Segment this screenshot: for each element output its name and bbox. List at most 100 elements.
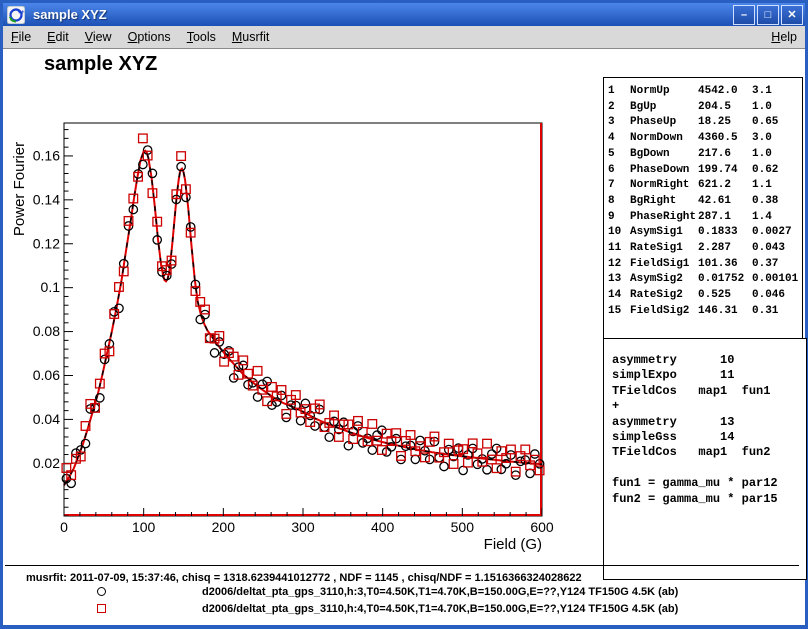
svg-text:200: 200 [212, 519, 236, 535]
param-no: 15 [608, 304, 630, 320]
param-val: 621.2 [698, 178, 752, 194]
fit-line-dashed [64, 151, 542, 486]
data-point-circle [531, 450, 539, 458]
data-point-circle [210, 349, 218, 357]
menu-item-edit[interactable]: Edit [39, 28, 77, 46]
param-no: 3 [608, 115, 630, 131]
app-icon: ++ [7, 6, 25, 24]
svg-text:0.02: 0.02 [33, 455, 60, 471]
menu-item-view[interactable]: View [77, 28, 120, 46]
param-name: PhaseUp [630, 115, 698, 131]
param-row: 11RateSig12.2870.043 [608, 241, 802, 257]
svg-text:0.14: 0.14 [33, 191, 60, 207]
param-val: 287.1 [698, 210, 752, 226]
param-val: 4542.0 [698, 84, 752, 100]
theory-line: asymmetry 10 [612, 353, 806, 368]
param-val: 101.36 [698, 257, 752, 273]
param-no: 4 [608, 131, 630, 147]
fit-line-red [64, 151, 542, 486]
param-name: FieldSig1 [630, 257, 698, 273]
svg-text:++: ++ [18, 10, 26, 16]
theory-line [612, 461, 806, 476]
data-point-circle [416, 436, 424, 444]
theory-box: asymmetry 10simplExpo 11TFieldCos map1 f… [603, 338, 807, 580]
legend-label: d2006/deltat_pta_gps_3110,h:4,T0=4.50K,T… [202, 603, 678, 615]
param-val: 199.74 [698, 163, 752, 179]
param-no: 14 [608, 288, 630, 304]
menu-right: Help [763, 28, 805, 46]
data-point-circle [296, 417, 304, 425]
param-val: 217.6 [698, 147, 752, 163]
param-name: BgRight [630, 194, 698, 210]
param-val: 146.31 [698, 304, 752, 320]
data-point-circle [282, 413, 290, 421]
param-row: 9PhaseRight287.11.4 [608, 210, 802, 226]
menu-item-tools[interactable]: Tools [179, 28, 224, 46]
fourier-plot[interactable]: 0100200300400500600Field (G)0.020.040.06… [3, 49, 603, 564]
legend-marker-circle [97, 587, 106, 596]
param-err: 0.37 [752, 257, 778, 273]
param-err: 0.00101 [752, 272, 798, 288]
menu-item-musrfit[interactable]: Musrfit [224, 28, 278, 46]
param-name: RateSig2 [630, 288, 698, 304]
close-button[interactable]: ✕ [781, 5, 803, 25]
data-point-circle [148, 169, 156, 177]
param-no: 6 [608, 163, 630, 179]
param-name: PhaseRight [630, 210, 698, 226]
param-err: 1.0 [752, 100, 772, 116]
param-name: NormDown [630, 131, 698, 147]
param-name: PhaseDown [630, 163, 698, 179]
menu-item-options[interactable]: Options [120, 28, 179, 46]
menu-item-file[interactable]: File [3, 28, 39, 46]
param-err: 0.046 [752, 288, 785, 304]
param-row: 12FieldSig1101.360.37 [608, 257, 802, 273]
data-point-circle [397, 455, 405, 463]
svg-text:0: 0 [60, 519, 68, 535]
data-point-circle [440, 462, 448, 470]
fit-info: musrfit: 2011-07-09, 15:37:46, chisq = 1… [5, 566, 799, 584]
param-row: 7NormRight621.21.1 [608, 178, 802, 194]
window-title: sample XYZ [33, 7, 733, 22]
menu-item-help[interactable]: Help [763, 28, 805, 46]
root-canvas[interactable]: sample XYZ 0100200300400500600Field (G)0… [3, 49, 805, 625]
param-no: 5 [608, 147, 630, 163]
minimize-button[interactable]: – [733, 5, 755, 25]
svg-text:500: 500 [451, 519, 475, 535]
maximize-button[interactable]: □ [757, 5, 779, 25]
param-err: 0.65 [752, 115, 778, 131]
data-point-square [483, 439, 492, 448]
svg-text:0.12: 0.12 [33, 235, 60, 251]
svg-text:400: 400 [371, 519, 395, 535]
data-point-square [368, 420, 377, 429]
app-window: ++ sample XYZ – □ ✕ FileEditViewOptionsT… [0, 0, 808, 629]
param-val: 4360.5 [698, 131, 752, 147]
param-row: 15FieldSig2146.310.31 [608, 304, 802, 320]
param-row: 3PhaseUp18.250.65 [608, 115, 802, 131]
param-name: BgDown [630, 147, 698, 163]
data-point-circle [526, 469, 534, 477]
data-point-square [177, 152, 186, 161]
svg-text:0.06: 0.06 [33, 367, 60, 383]
legend-row: d2006/deltat_pta_gps_3110,h:3,T0=4.50K,T… [5, 584, 799, 601]
series-h:4 [62, 134, 544, 479]
data-point-square [253, 367, 262, 376]
window-controls: – □ ✕ [733, 5, 803, 25]
param-err: 0.0027 [752, 225, 792, 241]
svg-text:600: 600 [530, 519, 554, 535]
theory-line: TFieldCos map1 fun1 [612, 384, 806, 399]
param-no: 12 [608, 257, 630, 273]
param-val: 0.525 [698, 288, 752, 304]
svg-text:0.08: 0.08 [33, 323, 60, 339]
data-point-circle [483, 466, 491, 474]
titlebar[interactable]: ++ sample XYZ – □ ✕ [3, 3, 805, 26]
theory-line: fun2 = gamma_mu * par15 [612, 492, 806, 507]
svg-text:0.16: 0.16 [33, 147, 60, 163]
param-no: 7 [608, 178, 630, 194]
theory-line: + [612, 399, 806, 414]
theory-line: simpleGss 14 [612, 430, 806, 445]
param-err: 3.1 [752, 84, 772, 100]
param-row: 10AsymSig10.18330.0027 [608, 225, 802, 241]
legend: d2006/deltat_pta_gps_3110,h:3,T0=4.50K,T… [5, 584, 799, 618]
data-point-circle [201, 310, 209, 318]
param-err: 0.38 [752, 194, 778, 210]
